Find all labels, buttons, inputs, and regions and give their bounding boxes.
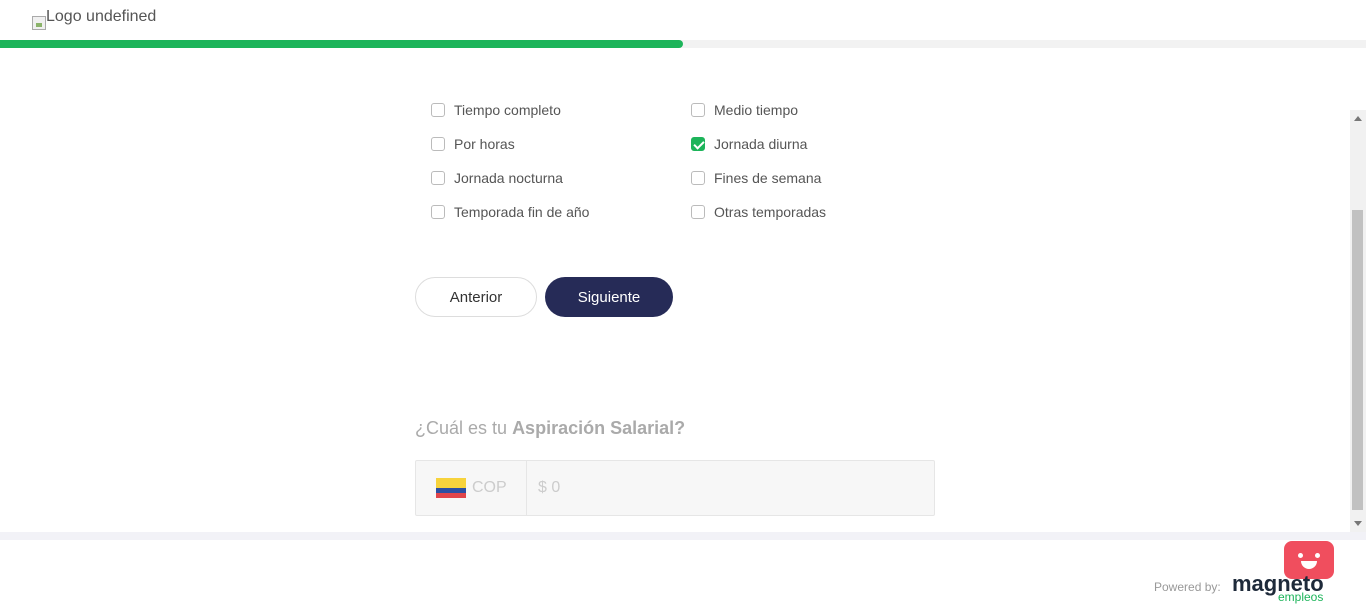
- salary-question-prefix: ¿Cuál es tu: [415, 418, 508, 438]
- header: Logo undefined: [0, 0, 1366, 48]
- checkbox[interactable]: [431, 137, 445, 151]
- colombia-flag-icon: [436, 478, 466, 498]
- option-label: Por horas: [454, 136, 515, 152]
- scrollbar[interactable]: [1350, 110, 1366, 532]
- option-tiempo-completo[interactable]: Tiempo completo: [431, 102, 561, 118]
- form-content: Tiempo completo Por horas Jornada noctur…: [0, 48, 1350, 532]
- scroll-up-arrow-icon[interactable]: [1354, 116, 1362, 121]
- next-button[interactable]: Siguiente: [545, 277, 673, 317]
- logo-alt-text: Logo undefined: [46, 8, 157, 25]
- chat-eye-left: [1298, 553, 1303, 558]
- powered-by-label: Powered by:: [1154, 580, 1221, 594]
- option-por-horas[interactable]: Por horas: [431, 136, 515, 152]
- checkbox[interactable]: [431, 205, 445, 219]
- salary-input-group: COP $ 0: [415, 460, 935, 516]
- salary-question-bold: Aspiración Salarial?: [512, 418, 686, 438]
- salary-amount-input[interactable]: $ 0: [527, 461, 934, 515]
- magneto-logo-sub: empleos: [1278, 590, 1324, 604]
- currency-code: COP: [472, 479, 507, 496]
- logo[interactable]: Logo undefined: [32, 8, 156, 30]
- option-label: Medio tiempo: [714, 102, 799, 118]
- chat-mouth: [1301, 561, 1317, 569]
- option-label: Otras temporadas: [714, 204, 827, 220]
- option-label: Jornada nocturna: [454, 170, 563, 186]
- checkbox-checked[interactable]: [691, 137, 705, 151]
- progress-fill: [0, 40, 683, 48]
- broken-image-icon: [32, 16, 46, 30]
- salary-question: ¿Cuál es tu Aspiración Salarial?: [415, 418, 685, 439]
- option-temporada-fin-de-ano[interactable]: Temporada fin de año: [431, 204, 589, 220]
- checkbox[interactable]: [431, 171, 445, 185]
- progress-bar: [0, 40, 1366, 48]
- currency-selector[interactable]: COP: [416, 461, 527, 515]
- option-medio-tiempo[interactable]: Medio tiempo: [691, 102, 798, 118]
- checkbox[interactable]: [431, 103, 445, 117]
- scroll-thumb[interactable]: [1352, 210, 1363, 510]
- option-label: Jornada diurna: [714, 136, 808, 152]
- checkbox[interactable]: [691, 205, 705, 219]
- scroll-down-arrow-icon[interactable]: [1354, 521, 1362, 526]
- chat-eye-right: [1315, 553, 1320, 558]
- option-label: Temporada fin de año: [454, 204, 590, 220]
- option-jornada-diurna[interactable]: Jornada diurna: [691, 136, 807, 152]
- checkbox[interactable]: [691, 103, 705, 117]
- option-jornada-nocturna[interactable]: Jornada nocturna: [431, 170, 563, 186]
- footer-divider: [0, 532, 1366, 540]
- previous-button[interactable]: Anterior: [415, 277, 537, 317]
- option-otras-temporadas[interactable]: Otras temporadas: [691, 204, 826, 220]
- option-label: Tiempo completo: [454, 102, 561, 118]
- option-fines-de-semana[interactable]: Fines de semana: [691, 170, 821, 186]
- option-label: Fines de semana: [714, 170, 822, 186]
- checkbox[interactable]: [691, 171, 705, 185]
